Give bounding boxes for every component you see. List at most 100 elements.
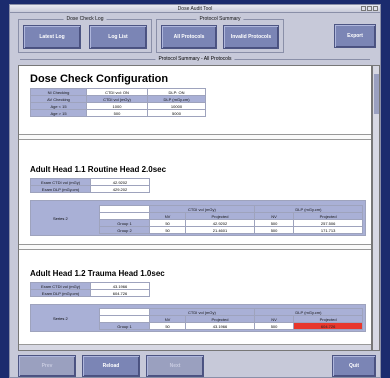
export-button[interactable]: Export — [334, 24, 376, 48]
table-row: CTDI vol (mGy) DLP (mGy.cm) — [99, 205, 364, 213]
section-separator: Protocol Summary - All Protocols — [20, 56, 370, 62]
window-controls — [361, 6, 378, 11]
protocol-summary-title: Protocol Summary — [196, 16, 244, 23]
exam-summary-table: Exam CTDI vol (mGy) 43.1966 Exam DLP (mG… — [30, 282, 150, 297]
blank-cell — [99, 315, 150, 323]
group-name: Group 1 — [99, 322, 150, 330]
prev-button[interactable]: Prev — [18, 355, 76, 377]
next-button[interactable]: Next — [146, 355, 204, 377]
col-nv: NV — [253, 315, 295, 323]
config-value: CTDI vol: ON — [86, 88, 148, 96]
exam-ctdi-label: Exam CTDI vol (mGy) — [30, 178, 91, 186]
dlp-nv: 500 — [253, 322, 295, 330]
series-label: Series 2 — [53, 316, 68, 321]
config-value: 5000 — [146, 109, 207, 117]
table-row: Age > 15 500 5000 — [30, 109, 207, 117]
table-row: Group 1 50 42.9202 500 257.506 — [99, 219, 363, 227]
window-title: Dose Audit Tool — [177, 6, 213, 12]
protocol-title: Adult Head 1.1 Routine Head 2.0sec — [30, 165, 167, 174]
table-row: NV Projected NV Projected — [99, 315, 363, 323]
exam-ctdi-value: 42.9202 — [90, 178, 150, 186]
dlp-header: DLP (mGy.cm) — [253, 308, 364, 316]
horizontal-scrollbar[interactable] — [19, 344, 371, 350]
exam-dlp-label: Exam DLP (mGy.cm) — [30, 289, 91, 297]
config-label: NI Checking — [30, 88, 87, 96]
table-row: NI Checking CTDI vol: ON DLP: ON — [30, 88, 207, 96]
table-row: Age < 15 1000 10000 — [30, 102, 207, 110]
config-header: DLP (mGy.cm) — [146, 95, 207, 103]
ctdi-header: CTDI vol (mGy) — [149, 205, 255, 213]
dlp-projected: 171.713 — [293, 226, 363, 234]
col-nv: NV — [148, 212, 187, 220]
maximize-icon[interactable] — [367, 6, 372, 11]
protocol-summary-content[interactable]: Dose Check Configuration NI Checking CTD… — [18, 65, 372, 351]
all-protocols-button[interactable]: All Protocols — [161, 25, 217, 49]
exam-ctdi-value: 43.1966 — [90, 282, 150, 290]
ctdi-projected: 42.9202 — [185, 219, 255, 227]
protocol-title: Adult Head 1.2 Trauma Head 1.0sec — [30, 269, 165, 278]
col-nv: NV — [253, 212, 295, 220]
latest-log-button[interactable]: Latest Log — [23, 25, 81, 49]
group-name: Group 2 — [99, 226, 150, 234]
blank-cell — [99, 308, 150, 316]
config-value: 500 — [86, 109, 148, 117]
vertical-scrollbar[interactable] — [372, 65, 380, 351]
close-icon[interactable] — [373, 6, 378, 11]
config-value: DLP: ON — [146, 88, 207, 96]
divider-band — [19, 134, 371, 140]
blank-cell — [99, 205, 150, 213]
table-row: Exam CTDI vol (mGy) 42.9202 — [30, 178, 150, 186]
config-header: CTDI vol (mGy) — [86, 95, 148, 103]
table-row: Exam CTDI vol (mGy) 43.1966 — [30, 282, 150, 290]
blank-cell — [99, 212, 150, 220]
config-value: 1000 — [86, 102, 148, 110]
dose-audit-window: Dose Audit Tool Dose Check Log Latest Lo… — [9, 4, 381, 378]
col-projected: Projected — [293, 315, 363, 323]
table-row: Exam DLP (mGy.cm) 604.726 — [30, 289, 150, 297]
reload-button[interactable]: Reload — [82, 355, 140, 377]
col-nv: NV — [148, 315, 187, 323]
series-panel: Series 2 CTDI vol (mGy) DLP (mGy.cm) NV … — [30, 200, 366, 236]
ctdi-projected: 43.1966 — [185, 322, 255, 330]
col-projected: Projected — [185, 212, 255, 220]
group-name: Group 1 — [99, 219, 150, 227]
dose-check-log-group: Dose Check Log Latest Log Log List — [18, 16, 152, 53]
window-titlebar[interactable]: Dose Audit Tool — [10, 5, 380, 13]
col-projected: Projected — [293, 212, 363, 220]
exam-dlp-value: 429.202 — [90, 185, 150, 193]
ctdi-projected: 21.4601 — [185, 226, 255, 234]
table-row: Group 1 50 43.1966 500 604.726 — [99, 322, 363, 330]
table-row: Group 2 50 21.4601 500 171.713 — [99, 226, 363, 234]
col-projected: Projected — [185, 315, 255, 323]
series-label: Series 2 — [53, 216, 68, 221]
dlp-projected: 257.506 — [293, 219, 363, 227]
dlp-nv: 500 — [253, 219, 295, 227]
table-row: NV Projected NV Projected — [99, 212, 363, 220]
table-row: Exam DLP (mGy.cm) 429.202 — [30, 185, 150, 193]
exam-summary-table: Exam CTDI vol (mGy) 42.9202 Exam DLP (mG… — [30, 178, 150, 193]
ctdi-nv: 50 — [148, 219, 187, 227]
series-dose-table: CTDI vol (mGy) DLP (mGy.cm) NV Projected… — [99, 308, 364, 330]
exam-dlp-label: Exam DLP (mGy.cm) — [30, 185, 91, 193]
config-label: Age < 15 — [30, 102, 87, 110]
config-table: NI Checking CTDI vol: ON DLP: ON AV Chec… — [30, 88, 207, 117]
ctdi-nv: 50 — [148, 226, 187, 234]
invalid-protocols-button[interactable]: Invalid Protocols — [223, 25, 279, 49]
config-value: 10000 — [146, 102, 207, 110]
config-title: Dose Check Configuration — [30, 73, 169, 85]
series-panel: Series 2 CTDI vol (mGy) DLP (mGy.cm) NV … — [30, 304, 366, 332]
quit-button[interactable]: Quit — [332, 355, 376, 377]
dlp-nv: 500 — [253, 226, 295, 234]
section-title: Protocol Summary - All Protocols — [155, 56, 235, 62]
config-label: Age > 15 — [30, 109, 87, 117]
ctdi-header: CTDI vol (mGy) — [149, 308, 255, 316]
ctdi-nv: 50 — [148, 322, 187, 330]
table-row: AV Checking CTDI vol (mGy) DLP (mGy.cm) — [30, 95, 207, 103]
exam-dlp-value: 604.726 — [90, 289, 150, 297]
divider-band — [19, 244, 371, 250]
minimize-icon[interactable] — [361, 6, 366, 11]
exam-ctdi-label: Exam CTDI vol (mGy) — [30, 282, 91, 290]
log-list-button[interactable]: Log List — [89, 25, 147, 49]
scrollbar-thumb[interactable] — [374, 74, 379, 114]
dlp-header: DLP (mGy.cm) — [253, 205, 364, 213]
